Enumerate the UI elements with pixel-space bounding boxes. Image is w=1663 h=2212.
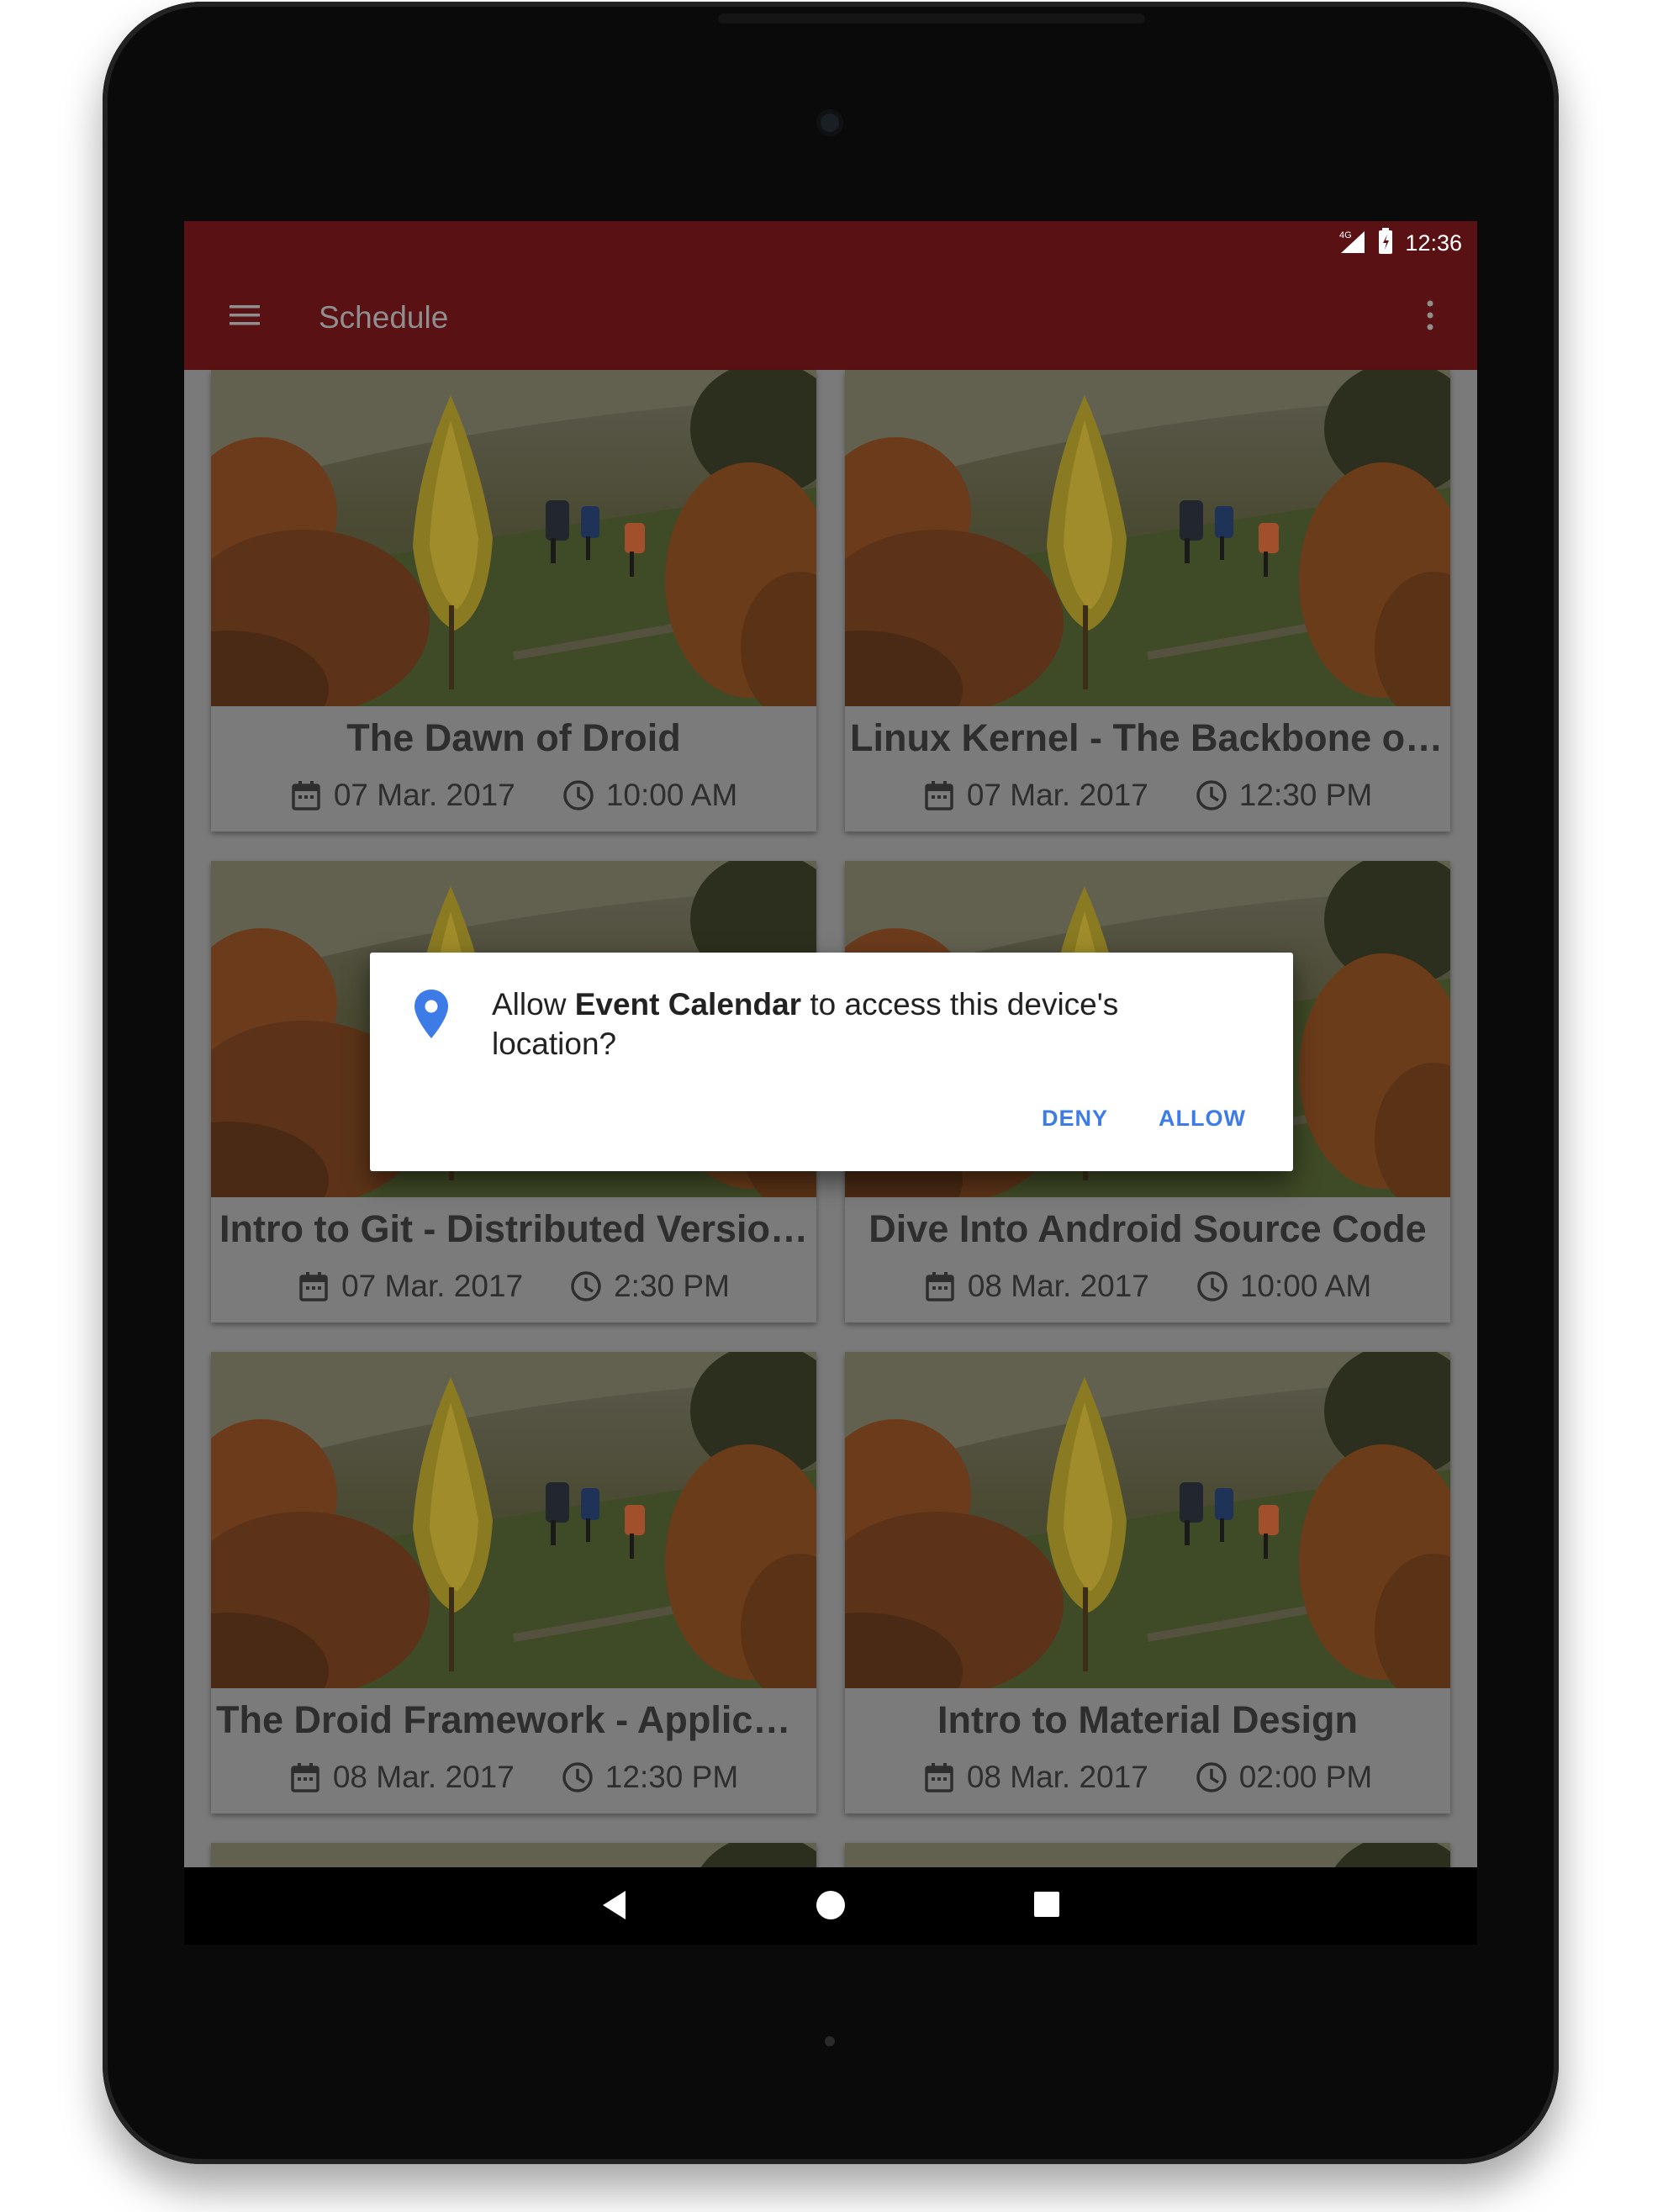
front-camera <box>816 109 843 136</box>
back-icon[interactable] <box>600 1889 629 1921</box>
location-pin-icon <box>414 990 448 1038</box>
dialog-app-name: Event Calendar <box>574 987 802 1022</box>
deny-button[interactable]: DENY <box>1042 1106 1108 1132</box>
allow-button[interactable]: ALLOW <box>1159 1106 1246 1132</box>
recent-apps-icon[interactable] <box>1032 1889 1062 1919</box>
permission-dialog: Allow Event Calendar to access this devi… <box>370 953 1293 1171</box>
tablet-speaker <box>718 13 1145 24</box>
device-screen: 4G 12:36 Schedule The Dawn of Droid 07 M… <box>184 221 1477 1945</box>
tablet-sensor-dot <box>825 2036 835 2046</box>
dialog-message: Allow Event Calendar to access this devi… <box>492 987 1119 1061</box>
navigation-bar <box>184 1867 1477 1945</box>
home-icon[interactable] <box>815 1889 847 1921</box>
